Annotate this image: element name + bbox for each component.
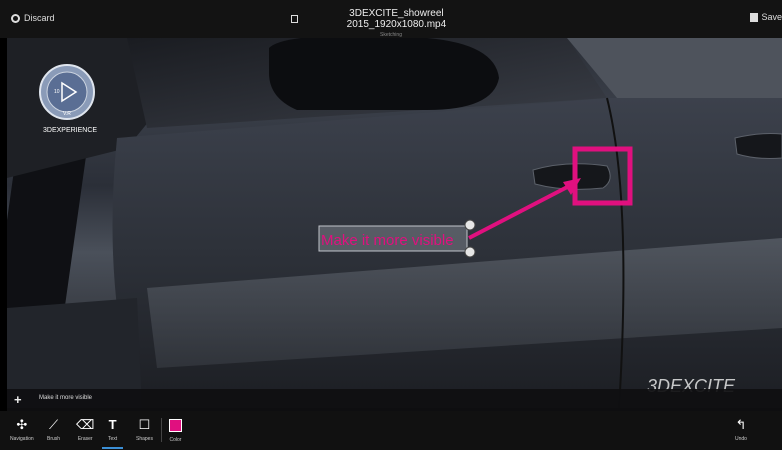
- undo-icon: ↰: [735, 417, 747, 432]
- top-bar: Discard 3DEXCITE_showreel 2015_1920x1080…: [0, 0, 782, 38]
- toolbar-divider: [161, 418, 162, 442]
- compass-ring: [46, 71, 88, 113]
- video-canvas[interactable]: 10 V.R 3DEXPERIENCE Make it more visible…: [7, 38, 782, 408]
- brush-icon: ⟋: [48, 417, 59, 432]
- brush-label: Brush: [47, 436, 61, 442]
- shapes-label: Shapes: [136, 436, 153, 442]
- color-swatch: [169, 419, 182, 432]
- eraser-tool[interactable]: ⌫ Eraser: [76, 417, 95, 443]
- save-icon: [750, 12, 759, 22]
- color-tool[interactable]: Color: [169, 418, 182, 443]
- compass-number: 10: [54, 89, 60, 95]
- text-icon: T: [108, 417, 117, 432]
- navigation-tool[interactable]: ✣ Navigation: [10, 417, 34, 443]
- resize-annotation-icon[interactable]: [464, 246, 476, 258]
- file-title: 3DEXCITE_showreel 2015_1920x1080.mp4 Ske…: [291, 8, 491, 38]
- compass-version: V.R: [63, 111, 71, 117]
- file-name: 3DEXCITE_showreel 2015_1920x1080.mp4: [346, 8, 447, 30]
- discard-icon: [11, 13, 20, 23]
- undo-label: Undo: [735, 436, 747, 442]
- save-button[interactable]: Save: [750, 12, 782, 22]
- discard-label: Discard: [24, 13, 55, 23]
- film-icon: [291, 15, 298, 23]
- color-label: Color: [169, 437, 182, 443]
- undo-button[interactable]: ↰ Undo: [735, 417, 747, 443]
- brand-label: 3DEXPERIENCE: [43, 127, 97, 134]
- text-label: Text: [108, 436, 118, 442]
- shapes-tool[interactable]: ☐ Shapes: [136, 417, 153, 443]
- eraser-icon: ⌫: [76, 417, 95, 432]
- comment-text[interactable]: Make it more visible: [39, 395, 92, 401]
- annotation-text: Make it more visible: [321, 232, 454, 249]
- navigation-label: Navigation: [10, 436, 34, 442]
- brush-tool[interactable]: ⟋ Brush: [47, 417, 61, 443]
- text-tool[interactable]: T Text: [101, 417, 124, 449]
- eraser-label: Eraser: [77, 436, 93, 442]
- close-annotation-icon[interactable]: [464, 219, 476, 231]
- rear-door-handle: [734, 133, 782, 159]
- save-label: Save: [761, 12, 782, 22]
- car-illustration: 10 V.R 3DEXPERIENCE Make it more visible…: [7, 38, 782, 408]
- navigation-icon: ✣: [16, 417, 28, 432]
- shapes-icon: ☐: [138, 417, 151, 432]
- discard-button[interactable]: Discard: [11, 13, 55, 23]
- sketch-toolbar: ✣ Navigation ⟋ Brush ⌫ Eraser T Text ☐ S…: [0, 411, 782, 450]
- add-comment-button[interactable]: +: [14, 392, 22, 407]
- side-mirror: [269, 38, 499, 110]
- comment-bar: + Make it more visible: [7, 389, 782, 411]
